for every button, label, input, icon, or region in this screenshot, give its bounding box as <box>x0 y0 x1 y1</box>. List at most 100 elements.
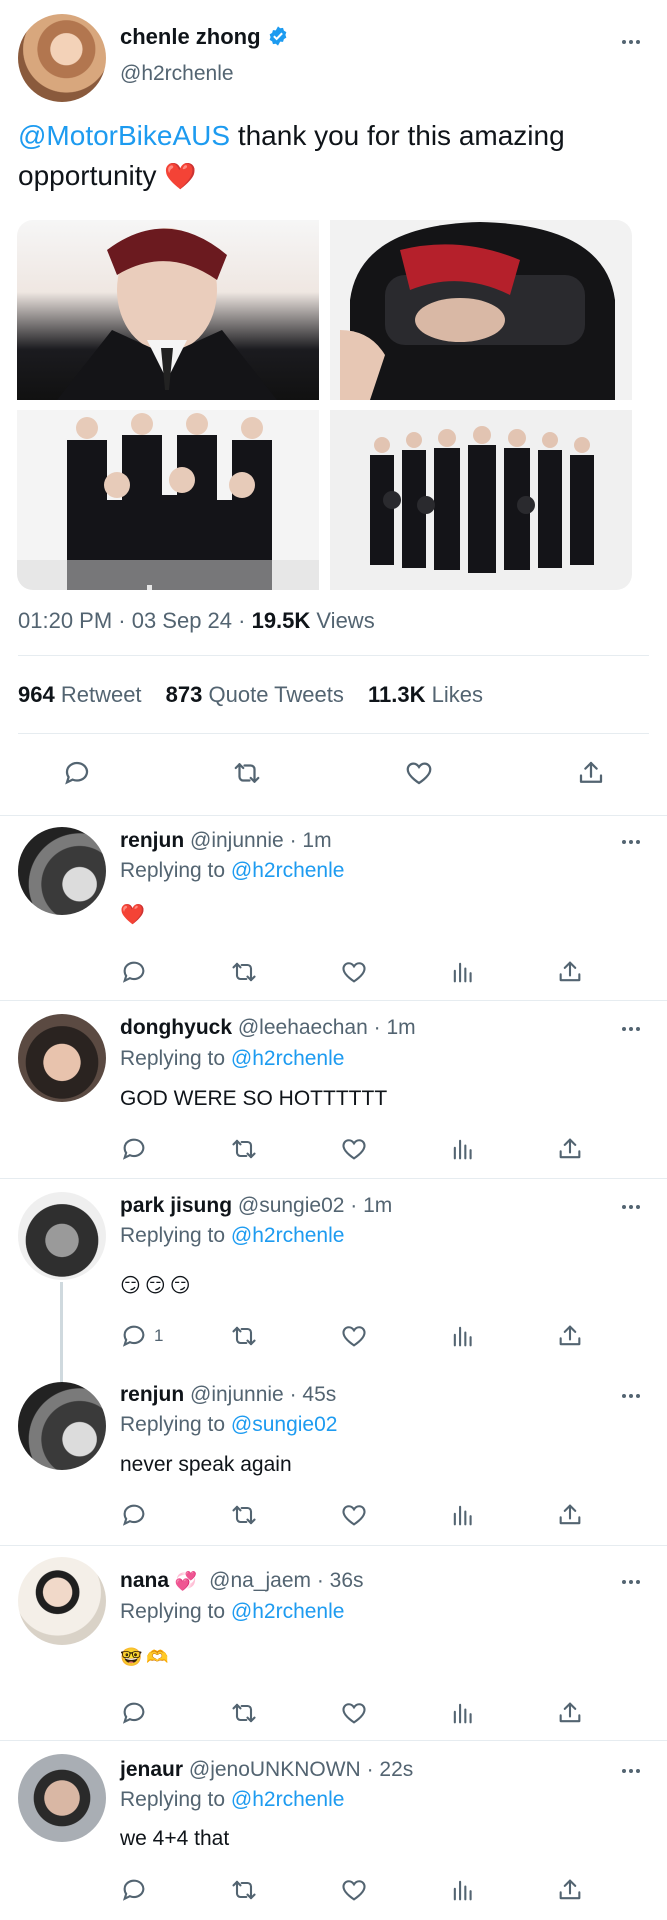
divider <box>0 815 667 816</box>
engagement-stats: 964 Retweet 873 Quote Tweets 11.3K Likes <box>18 682 483 708</box>
divider <box>18 733 649 734</box>
reply-icon[interactable] <box>120 1699 148 1727</box>
views-icon[interactable] <box>449 1876 477 1904</box>
mention-link[interactable]: @sungie02 <box>231 1413 338 1436</box>
retweet-icon[interactable] <box>232 758 262 788</box>
handle[interactable]: @leehaechan <box>238 1016 368 1039</box>
like-icon[interactable] <box>340 1322 368 1350</box>
divider <box>0 1000 667 1001</box>
handle[interactable]: @jenoUNKNOWN <box>189 1758 361 1781</box>
reply-icon[interactable] <box>120 958 148 986</box>
thread-line <box>60 1282 63 1382</box>
views-icon[interactable] <box>449 958 477 986</box>
retweet-icon[interactable] <box>230 1322 258 1350</box>
display-name[interactable]: park jisung <box>120 1194 232 1217</box>
reply-icon[interactable] <box>62 758 92 788</box>
share-icon[interactable] <box>556 1322 584 1350</box>
views-icon[interactable] <box>449 1135 477 1163</box>
share-icon[interactable] <box>556 1876 584 1904</box>
reply-text: 🤓🫶 <box>120 1647 173 1668</box>
like-icon[interactable] <box>340 1876 368 1904</box>
divider <box>0 1740 667 1741</box>
reply-icon[interactable] <box>120 1135 148 1163</box>
avatar[interactable] <box>18 1754 106 1842</box>
retweet-icon[interactable] <box>230 1501 258 1529</box>
mention-link[interactable]: @h2rchenle <box>231 1788 345 1811</box>
reply-header: nana 💞 @na_jaem · 36s <box>120 1569 364 1593</box>
photo-1[interactable] <box>17 220 319 400</box>
replying-to: Replying to @h2rchenle <box>120 859 345 882</box>
avatar[interactable] <box>18 1557 106 1645</box>
reply-icon[interactable] <box>120 1322 148 1350</box>
handle[interactable]: @injunnie <box>190 1383 284 1406</box>
more-options-icon[interactable] <box>616 1761 646 1781</box>
like-icon[interactable] <box>404 758 434 788</box>
more-options-icon[interactable] <box>616 1019 646 1039</box>
display-name[interactable]: renjun <box>120 829 184 852</box>
more-options-icon[interactable] <box>616 1197 646 1217</box>
more-options-icon[interactable] <box>616 832 646 852</box>
display-name[interactable]: donghyuck <box>120 1016 232 1039</box>
tweet-meta: 01:20 PM · 03 Sep 24 · 19.5K Views <box>18 608 375 633</box>
avatar[interactable] <box>18 1014 106 1102</box>
share-icon[interactable] <box>556 1501 584 1529</box>
retweet-icon[interactable] <box>230 1699 258 1727</box>
views-icon[interactable] <box>449 1699 477 1727</box>
photo-3[interactable] <box>17 410 319 590</box>
mention-link[interactable]: @h2rchenle <box>231 1600 345 1623</box>
mention-link[interactable]: @h2rchenle <box>231 859 345 882</box>
more-options-icon[interactable] <box>616 1386 646 1406</box>
timestamp: · 1m <box>367 1016 416 1039</box>
verified-badge-icon <box>267 25 289 47</box>
retweet-icon[interactable] <box>230 1135 258 1163</box>
like-icon[interactable] <box>340 1135 368 1163</box>
reply-icon[interactable] <box>120 1876 148 1904</box>
display-name[interactable]: nana <box>120 1569 169 1592</box>
more-options-icon[interactable] <box>616 1572 646 1592</box>
tweet-text: @MotorBikeAUS thank you for this amazing… <box>18 120 565 192</box>
display-name[interactable]: renjun <box>120 1383 184 1406</box>
handle[interactable]: @sungie02 <box>238 1194 345 1217</box>
heart-emoji: ❤️ <box>164 162 197 192</box>
retweet-icon[interactable] <box>230 1876 258 1904</box>
share-icon[interactable] <box>556 1699 584 1727</box>
reply-text: we 4+4 that <box>120 1827 230 1850</box>
reply-text: 😏😏😏 <box>120 1273 195 1297</box>
avatar[interactable] <box>18 1382 106 1470</box>
like-icon[interactable] <box>340 1501 368 1529</box>
views-icon[interactable] <box>449 1322 477 1350</box>
retweet-icon[interactable] <box>230 958 258 986</box>
mention-link[interactable]: @h2rchenle <box>231 1047 345 1070</box>
avatar[interactable] <box>18 14 106 102</box>
tweet-time[interactable]: 01:20 PM · 03 Sep 24 · <box>18 608 252 633</box>
reply-text: never speak again <box>120 1453 292 1476</box>
replying-to: Replying to @h2rchenle <box>120 1224 345 1247</box>
author-line: chenle zhong <box>120 24 289 50</box>
avatar[interactable] <box>18 827 106 915</box>
retweets-stat[interactable]: 964 Retweet <box>18 682 142 707</box>
photo-2[interactable] <box>330 220 632 400</box>
share-icon[interactable] <box>556 1135 584 1163</box>
share-icon[interactable] <box>556 958 584 986</box>
replying-to: Replying to @h2rchenle <box>120 1600 345 1623</box>
views-icon[interactable] <box>449 1501 477 1529</box>
handle[interactable]: @na_jaem <box>209 1569 311 1592</box>
quotes-stat[interactable]: 873 Quote Tweets <box>166 682 344 707</box>
likes-stat[interactable]: 11.3K Likes <box>368 682 483 707</box>
reply-text: GOD WERE SO HOTTTTTT <box>120 1087 388 1110</box>
share-icon[interactable] <box>576 758 606 788</box>
display-name[interactable]: jenaur <box>120 1758 183 1781</box>
like-icon[interactable] <box>340 958 368 986</box>
photo-4[interactable] <box>330 410 632 590</box>
replying-to: Replying to @h2rchenle <box>120 1788 345 1811</box>
mention-link[interactable]: @MotorBikeAUS <box>18 120 230 151</box>
handle[interactable]: @h2rchenle <box>120 62 234 86</box>
display-name[interactable]: chenle zhong <box>120 24 261 49</box>
like-icon[interactable] <box>340 1699 368 1727</box>
avatar[interactable] <box>18 1192 106 1280</box>
heart-emoji: 💞 <box>174 1571 198 1592</box>
handle[interactable]: @injunnie <box>190 829 284 852</box>
mention-link[interactable]: @h2rchenle <box>231 1224 345 1247</box>
more-options-icon[interactable] <box>616 32 646 52</box>
reply-icon[interactable] <box>120 1501 148 1529</box>
